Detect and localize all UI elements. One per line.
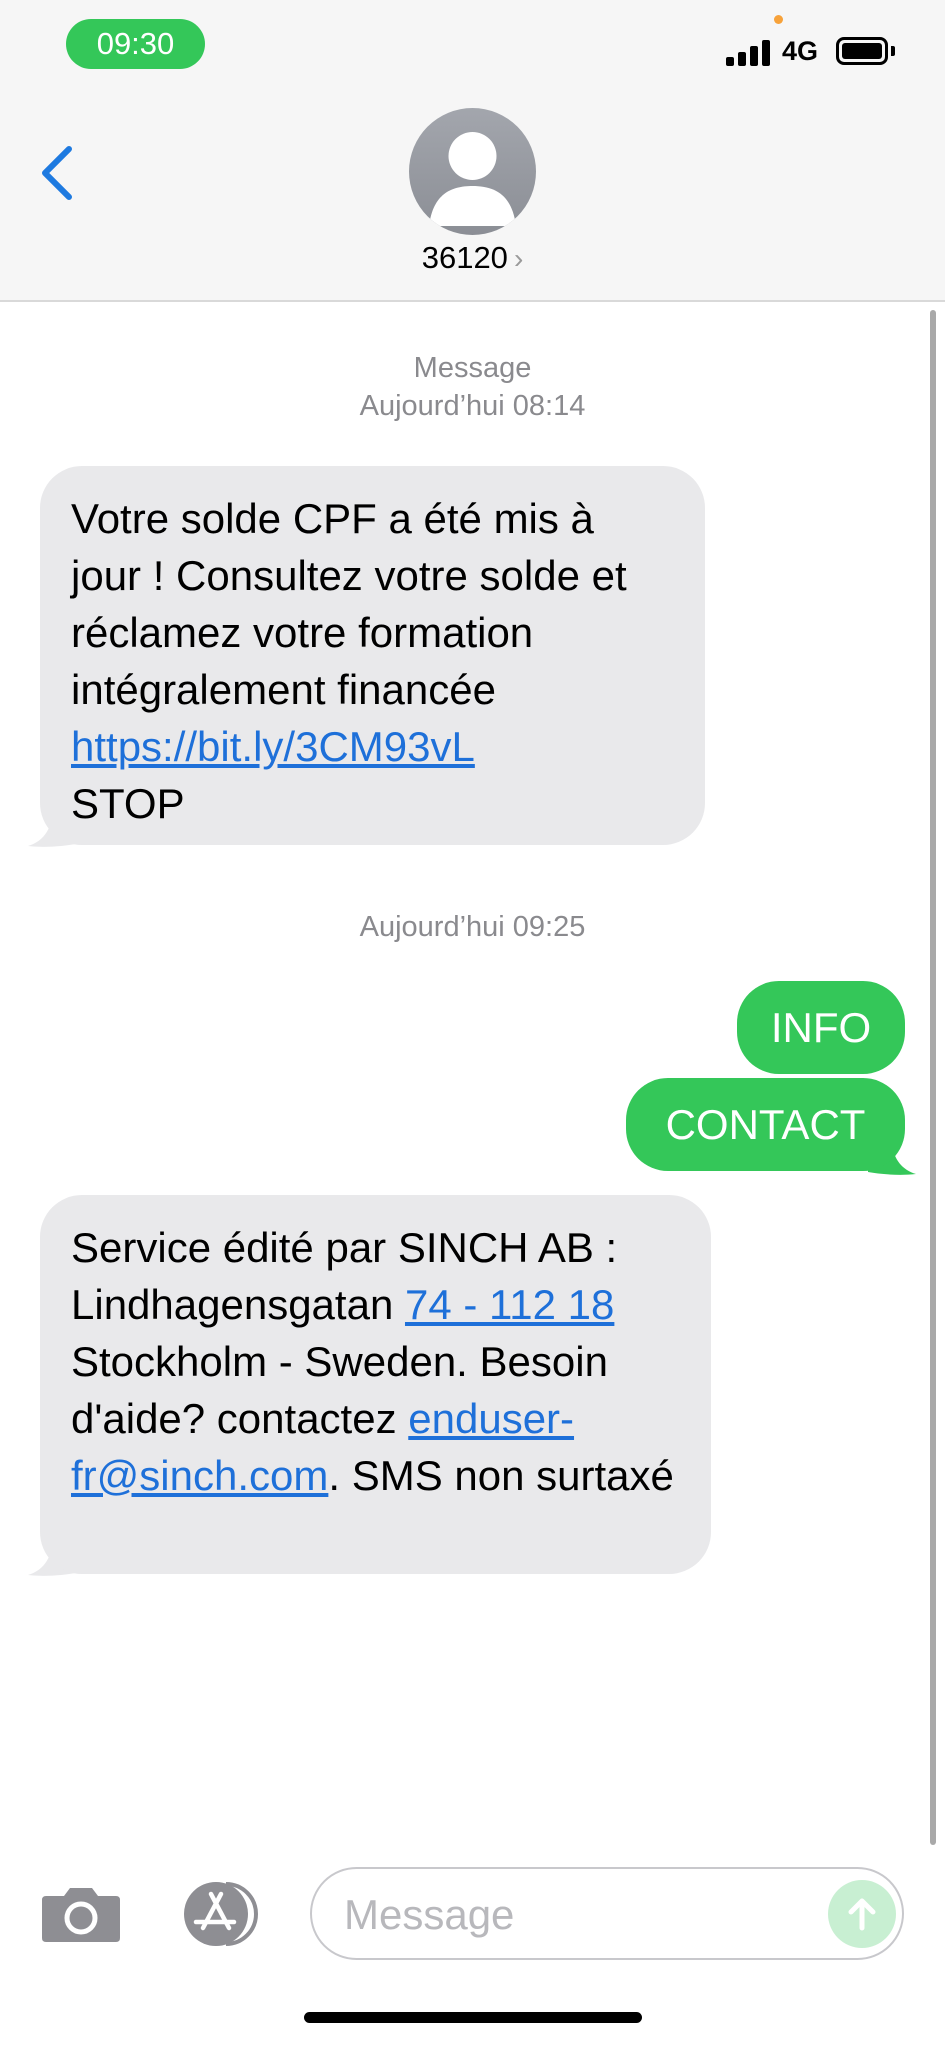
message-1-link[interactable]: https://bit.ly/3CM93vL [71, 723, 475, 770]
message-2-phone-link[interactable]: 74 - 112 18 [405, 1281, 614, 1328]
battery-icon [836, 37, 888, 65]
app-store-icon [184, 1882, 258, 1946]
contact-details-chevron: › [513, 243, 524, 274]
timestamp-1-label: Message [413, 352, 532, 384]
message-input[interactable] [344, 1887, 814, 1943]
incoming-message-2: Service édité par SINCH AB : Lindhagensg… [40, 1195, 711, 1574]
message-1-stop: STOP [71, 780, 185, 827]
timestamp-2-time: 09:25 [512, 911, 586, 943]
message-1-text: Votre solde CPF a été mis à jour ! Consu… [71, 495, 627, 713]
network-type: 4G [782, 36, 819, 66]
timestamp-2: Aujourd’hui 09:25 [0, 911, 945, 944]
contact-avatar-icon [429, 132, 516, 226]
timestamp-1: Message Aujourd’hui 08:14 [0, 352, 945, 423]
contact-number: 36120 [421, 240, 508, 275]
outgoing-contact-text: CONTACT [665, 1101, 866, 1148]
send-button[interactable] [828, 1880, 896, 1948]
timestamp-2-day: Aujourd’hui [359, 911, 505, 943]
timestamp-1-time: Aujourd’hui 08:14 [359, 390, 586, 422]
message-2-text-part3: . SMS non surtaxé [328, 1452, 674, 1499]
message-field[interactable] [310, 1867, 904, 1960]
outgoing-message-contact: CONTACT [626, 1078, 905, 1171]
send-arrow-icon [848, 1898, 876, 1931]
contact-avatar[interactable] [409, 108, 536, 235]
status-time: 09:30 [66, 19, 205, 69]
home-indicator[interactable] [304, 2012, 642, 2023]
contact-name[interactable]: 36120 › [0, 240, 945, 276]
privacy-indicator-dot [774, 15, 783, 24]
incoming-message-1: Votre solde CPF a été mis à jour ! Consu… [40, 466, 705, 845]
camera-icon [42, 1888, 120, 1942]
back-button[interactable] [32, 138, 82, 208]
camera-button[interactable] [40, 1884, 122, 1944]
conversation-scrollbar[interactable] [930, 310, 936, 1845]
outgoing-message-info: INFO [737, 981, 905, 1074]
battery-tip [891, 46, 895, 56]
conversation-header: 09:30 4G 36120 › [0, 0, 945, 302]
outgoing-info-text: INFO [770, 1004, 872, 1051]
cellular-signal-icon [726, 38, 772, 66]
app-store-button[interactable] [176, 1880, 266, 1948]
back-chevron-icon [42, 146, 72, 200]
